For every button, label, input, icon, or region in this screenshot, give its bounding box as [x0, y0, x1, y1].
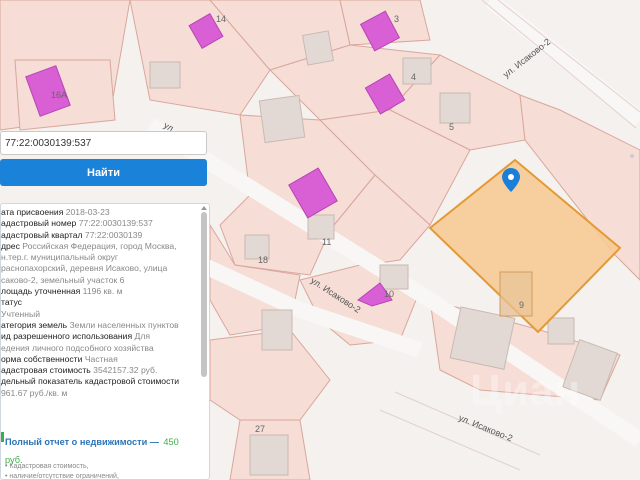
info-row: адастровый номер 77:22:0030139:537 [1, 218, 197, 229]
scroll-up-icon[interactable] [201, 206, 207, 210]
scrollbar[interactable] [201, 212, 207, 377]
building [379, 264, 409, 290]
info-value: Частная [84, 353, 118, 364]
info-value: 3542157.32 руб. [93, 365, 158, 376]
info-label: атегория земель [1, 319, 68, 330]
building [439, 92, 471, 124]
info-value: Для [134, 331, 151, 342]
info-row: саково-2, земельный участок 6 [1, 275, 197, 286]
building [499, 271, 533, 317]
info-row: Учтенный [1, 309, 197, 320]
building [402, 57, 432, 85]
plot-label: 3 [394, 14, 399, 24]
info-row: ид разрешенного использования Для [1, 331, 197, 342]
plot-label: 18 [258, 255, 268, 265]
info-label: ид разрешенного использования [1, 331, 133, 342]
info-value: Земли населенных пунктов [69, 319, 179, 330]
info-row: адастровая стоимость 3542157.32 руб. [1, 365, 197, 376]
info-value: Российская Федерация, город Москва, [22, 240, 177, 251]
info-row: едения личного подсобного хозяйства [1, 343, 197, 354]
building [258, 94, 306, 144]
report-icon [1, 432, 4, 442]
building [307, 214, 335, 240]
info-row: татус [1, 297, 197, 308]
info-label: дрес [1, 240, 20, 251]
plot-label: 16А [51, 90, 67, 100]
watermark-text: Циан [470, 366, 580, 415]
plot-label: 10 [384, 289, 394, 299]
info-value: едения личного подсобного хозяйства [1, 342, 154, 353]
info-value: саково-2, земельный участок 6 [1, 274, 125, 285]
info-row: н.тер.г. муниципальный округ [1, 252, 197, 263]
building [149, 61, 181, 89]
report-features: Кадастровая стоимость, наличие/отсутстви… [5, 462, 119, 479]
info-row: адастровый квартал 77:22:0030139 [1, 230, 197, 241]
building [261, 309, 293, 351]
info-value: 1196 кв. м [82, 286, 123, 297]
plot-label: 11 [322, 237, 331, 247]
find-button[interactable]: Найти [0, 159, 207, 186]
cadastral-number-input[interactable] [1, 132, 206, 154]
info-label: адастровый номер [1, 218, 77, 229]
info-row: раснопахорский, деревня Исаково, улица [1, 263, 197, 274]
info-label: орма собственности [1, 353, 83, 364]
info-value: 961.67 руб./кв. м [1, 387, 68, 398]
info-value: 2018-03-23 [65, 207, 110, 217]
search-box[interactable] [0, 131, 207, 155]
info-value: Учтенный [1, 308, 41, 319]
plot-label: 4 [411, 72, 416, 82]
building [302, 30, 334, 66]
info-row: ата присвоения 2018-03-23 [1, 207, 197, 218]
info-label: адастровая стоимость [1, 365, 91, 376]
plot-label: 9 [519, 300, 524, 310]
info-label: адастровый квартал [1, 229, 83, 240]
info-value: н.тер.г. муниципальный округ [1, 252, 119, 263]
parcel-info-panel[interactable]: ата присвоения 2018-03-23 адастровый номе… [0, 203, 210, 480]
map-marker-dot [630, 154, 634, 158]
info-label: лощадь уточненная [1, 286, 81, 297]
info-row: дрес Российская Федерация, город Москва, [1, 241, 197, 252]
info-label: дельный показатель кадастровой стоимости [1, 376, 180, 387]
info-row: дельный показатель кадастровой стоимости [1, 376, 197, 387]
plot-label: 5 [449, 122, 454, 132]
plot-label: 14 [216, 14, 226, 24]
info-value: 77:22:0030139 [84, 229, 143, 240]
plot-label: 27 [255, 424, 265, 434]
report-feature: наличие/отсутствие ограничений, [5, 472, 119, 479]
info-value: раснопахорский, деревня Исаково, улица [1, 263, 168, 274]
info-row: атегория земель Земли населенных пунктов [1, 320, 197, 331]
building [547, 317, 575, 345]
report-price: 450 [163, 437, 179, 447]
info-row: лощадь уточненная 1196 кв. м [1, 286, 197, 297]
parcel-attributes: ата присвоения 2018-03-23 адастровый номе… [1, 207, 197, 399]
info-label: ата присвоения [1, 207, 64, 217]
building [249, 434, 289, 476]
report-link-text[interactable]: Полный отчет о недвижимости — [5, 437, 159, 447]
info-row: орма собственности Частная [1, 354, 197, 365]
info-label: татус [1, 297, 22, 308]
info-value: 77:22:0030139:537 [78, 218, 153, 229]
info-row: 961.67 руб./кв. м [1, 388, 197, 399]
report-feature: Кадастровая стоимость, [5, 462, 119, 472]
